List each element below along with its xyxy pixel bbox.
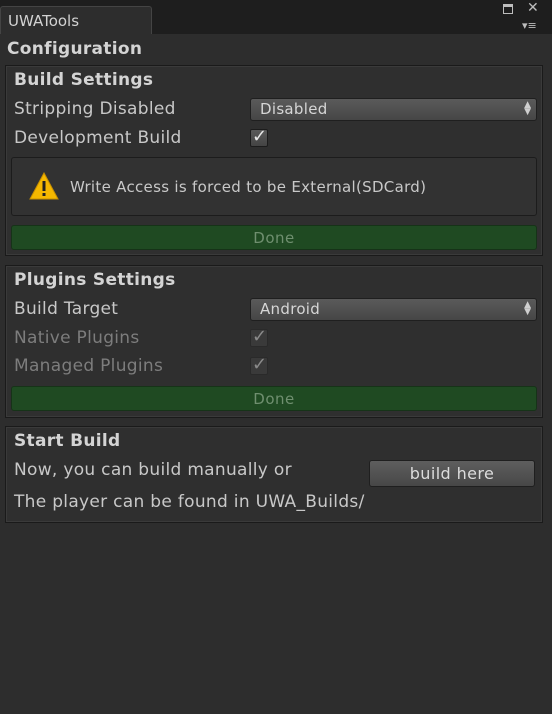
build-here-button[interactable]: build here (369, 460, 535, 487)
build-target-label: Build Target (14, 299, 119, 319)
stripping-dropdown[interactable]: Disabled ▲ ▼ (250, 98, 537, 121)
build-settings-panel: Build Settings Stripping Disabled Disabl… (5, 65, 543, 256)
stripping-disabled-label: Stripping Disabled (14, 99, 176, 119)
warning-text: Write Access is forced to be External(SD… (70, 178, 427, 196)
plugins-settings-panel: Plugins Settings Build Target Android ▲ ▼… (5, 265, 543, 418)
start-build-title: Start Build (14, 431, 121, 451)
plugins-settings-title: Plugins Settings (14, 270, 176, 290)
player-location-text: The player can be found in UWA_Builds/ (14, 492, 365, 512)
build-here-label: build here (409, 464, 495, 483)
manual-build-text: Now, you can build manually or (14, 460, 292, 480)
build-settings-title: Build Settings (14, 70, 154, 90)
managed-plugins-checkbox[interactable]: ✓ (250, 354, 268, 375)
warning-triangle-icon (29, 172, 59, 200)
checkmark-icon: ✓ (252, 354, 268, 375)
configuration-heading: Configuration (7, 39, 143, 59)
close-icon[interactable]: ✕ (527, 1, 539, 15)
start-build-panel: Start Build Now, you can build manually … (5, 426, 543, 523)
development-build-label: Development Build (14, 128, 182, 148)
checkmark-icon: ✓ (252, 126, 268, 147)
tab-strip: UWATools ✕ ▾≡ (0, 0, 552, 34)
native-plugins-label: Native Plugins (14, 328, 140, 348)
tab-menu-icon[interactable]: ▾≡ (522, 20, 537, 32)
uwatools-window: UWATools ✕ ▾≡ Configuration Build Settin… (0, 0, 552, 714)
done-button-label: Done (253, 229, 295, 247)
tab-title: UWATools (8, 12, 80, 30)
managed-plugins-label: Managed Plugins (14, 356, 164, 376)
native-plugins-checkbox[interactable]: ✓ (250, 326, 268, 347)
up-down-arrows-icon: ▲ ▼ (524, 100, 531, 117)
up-down-arrows-icon: ▲ ▼ (524, 300, 531, 317)
tab-uwatools[interactable]: UWATools (0, 6, 152, 34)
build-target-value: Android (260, 300, 321, 318)
plugins-settings-done-button[interactable]: Done (11, 386, 537, 411)
build-target-dropdown[interactable]: Android ▲ ▼ (250, 298, 537, 321)
checkmark-icon: ✓ (252, 326, 268, 347)
build-settings-done-button[interactable]: Done (11, 225, 537, 250)
development-build-checkbox[interactable]: ✓ (250, 126, 268, 147)
done-button-label: Done (253, 390, 295, 408)
maximize-icon[interactable] (503, 4, 513, 14)
stripping-dropdown-value: Disabled (260, 100, 328, 118)
write-access-warning: Write Access is forced to be External(SD… (11, 157, 537, 216)
